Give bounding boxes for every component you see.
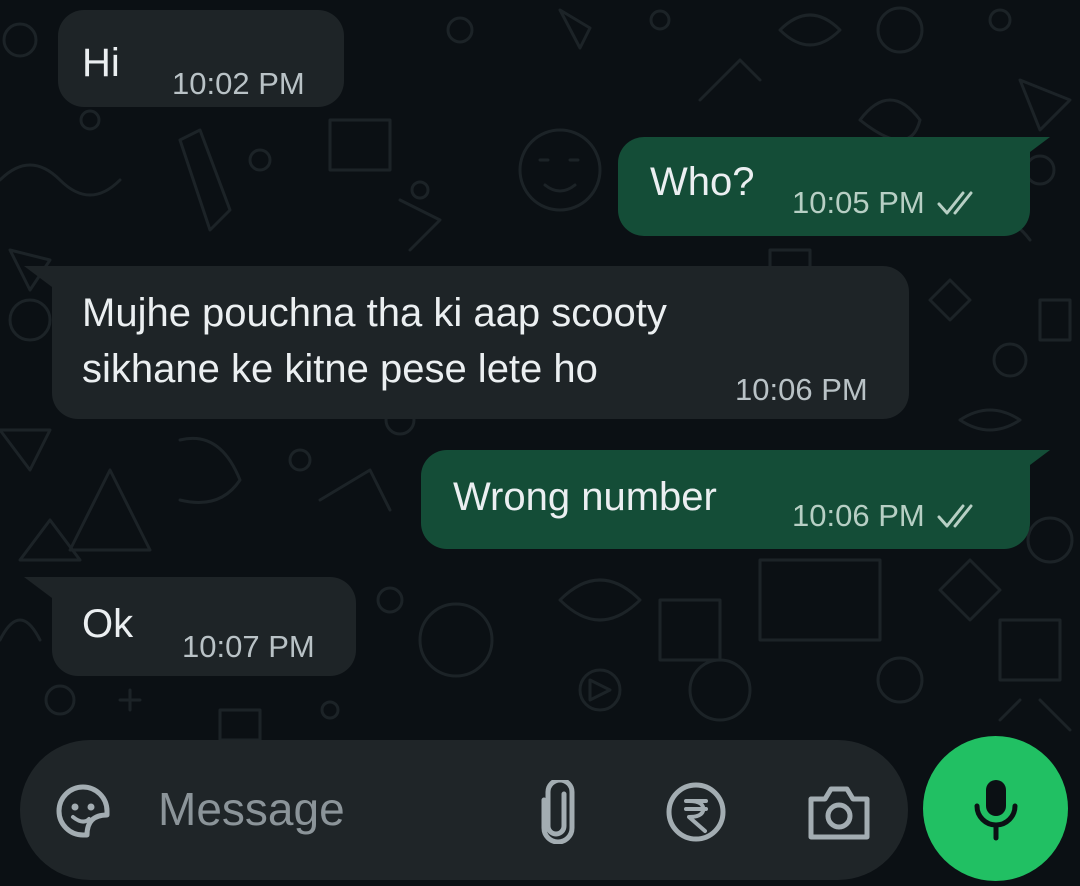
- message-timestamp: 10:06 PM: [792, 498, 981, 534]
- message-bubble-incoming[interactable]: Mujhe pouchna tha ki aap scooty sikhane …: [52, 266, 909, 419]
- message-text: Who?: [650, 160, 755, 204]
- message-text: Hi: [82, 41, 120, 85]
- double-check-icon: [937, 504, 973, 528]
- message-composer: Message: [20, 740, 908, 880]
- message-bubble-outgoing[interactable]: Wrong number 10:06 PM: [421, 450, 1030, 549]
- message-timestamp: 10:07 PM: [182, 629, 315, 664]
- message-input[interactable]: Message: [158, 782, 345, 836]
- camera-icon[interactable]: [806, 780, 872, 844]
- message-text-line-2: sikhane ke kitne pese lete ho: [82, 347, 598, 391]
- message-timestamp: 10:02 PM: [172, 66, 305, 101]
- message-text: Ok: [82, 602, 134, 646]
- message-bubble-incoming[interactable]: Hi 10:02 PM: [58, 10, 344, 107]
- paperclip-icon[interactable]: [528, 780, 588, 844]
- microphone-icon: [974, 779, 1017, 840]
- double-check-icon: [937, 191, 973, 215]
- message-bubble-incoming[interactable]: Ok 10:07 PM: [52, 577, 356, 676]
- rupee-icon[interactable]: [664, 780, 728, 844]
- message-timestamp: 10:05 PM: [792, 185, 981, 221]
- message-bubble-outgoing[interactable]: Who? 10:05 PM: [618, 137, 1030, 236]
- message-timestamp: 10:06 PM: [735, 372, 868, 407]
- message-text: Wrong number: [453, 475, 717, 519]
- sticker-emoji-icon[interactable]: [50, 778, 116, 844]
- voice-message-button[interactable]: [923, 736, 1068, 881]
- message-text-line-1: Mujhe pouchna tha ki aap scooty: [82, 291, 667, 335]
